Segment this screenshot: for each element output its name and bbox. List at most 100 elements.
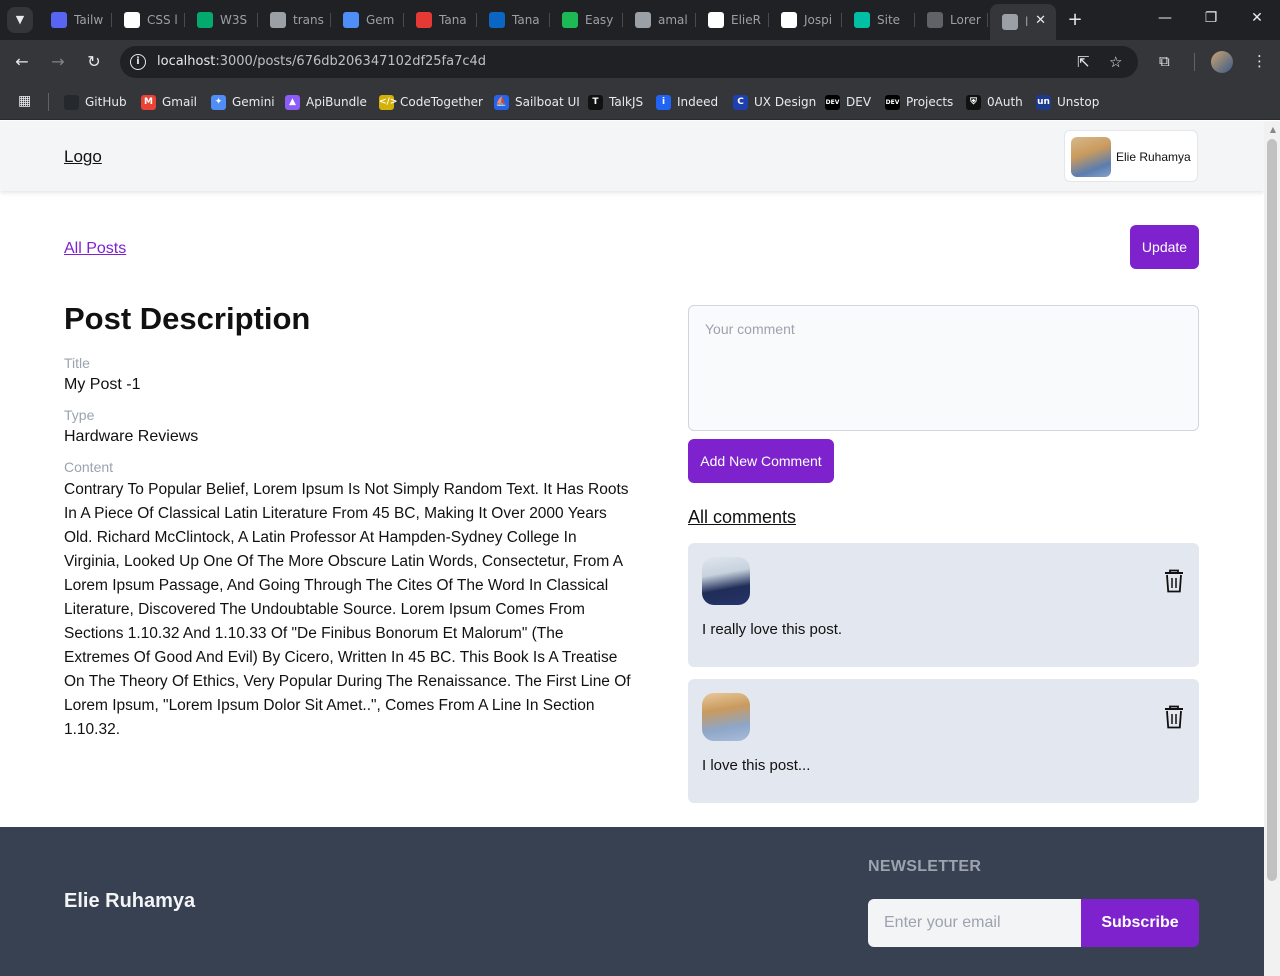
content-value: Contrary To Popular Belief, Lorem Ipsum …	[64, 481, 631, 738]
site-info-icon[interactable]: i	[130, 54, 146, 70]
browser-tab[interactable]: W3S	[185, 5, 258, 35]
page-scrollbar[interactable]: ▲	[1264, 121, 1280, 976]
bookmark-item[interactable]: C UX Design	[733, 93, 816, 111]
scrollbar-thumb[interactable]	[1267, 139, 1277, 881]
codetogether-icon: </>	[379, 94, 397, 110]
subscribe-button[interactable]: Subscribe	[1081, 899, 1199, 947]
browser-tab[interactable]: Lorer	[915, 5, 988, 35]
bookmark-item[interactable]: M Gmail	[141, 93, 197, 111]
browser-tab[interactable]: Easy	[550, 5, 623, 35]
browser-tab[interactable]: Tana	[477, 5, 550, 35]
more-menu-icon[interactable]: ⋮	[1252, 52, 1267, 70]
comment-input[interactable]	[688, 305, 1199, 431]
bookmark-item[interactable]: i Indeed	[656, 93, 718, 111]
bookmark-label: UX Design	[754, 95, 817, 109]
comment-card: I love this post...	[688, 679, 1199, 803]
reload-icon[interactable]: ↻	[84, 52, 104, 71]
profile-avatar[interactable]	[1211, 51, 1233, 73]
circle-icon	[124, 12, 140, 28]
site-header: Logo Elie Ruhamya	[0, 121, 1264, 191]
bookmark-item[interactable]: ⛵ Sailboat UI	[494, 93, 580, 111]
bookmark-item[interactable]: GitHub	[64, 93, 127, 111]
tab-label: Gem	[366, 13, 395, 27]
update-button[interactable]: Update	[1130, 225, 1199, 269]
browser-tab[interactable]: l ✕	[990, 4, 1056, 40]
toolbar-divider	[1194, 53, 1195, 71]
comment-card: I really love this post.	[688, 543, 1199, 667]
title-label: Title	[64, 355, 90, 371]
commenter-avatar	[702, 693, 750, 741]
bookmark-item[interactable]: DEV Projects	[885, 93, 953, 111]
bookmark-label: GitHub	[85, 95, 127, 109]
tailwind-icon	[51, 12, 67, 28]
minimize-icon[interactable]: —	[1155, 10, 1175, 26]
trash-icon[interactable]	[1164, 705, 1184, 729]
url-path: :3000/posts/676db206347102df25fa7c4d	[215, 54, 487, 69]
tab-label: trans	[293, 13, 324, 27]
user-menu[interactable]: Elie Ruhamya	[1064, 130, 1198, 182]
forward-icon[interactable]: →	[48, 52, 68, 71]
bookmark-item[interactable]: un Unstop	[1036, 93, 1099, 111]
tab-search-icon[interactable]: ▼	[7, 7, 33, 33]
browser-tab[interactable]: ElieR	[696, 5, 769, 35]
address-bar[interactable]: i localhost:3000/posts/676db206347102df2…	[120, 46, 1138, 78]
shield-icon: ⛨	[966, 94, 981, 110]
back-icon[interactable]: ←	[12, 52, 32, 71]
tab-label: Lorer	[950, 13, 981, 27]
bookmark-item[interactable]: ✦ Gemini	[211, 93, 275, 111]
browser-tab[interactable]: Site	[842, 5, 915, 35]
bookmark-star-icon[interactable]: ☆	[1109, 53, 1122, 71]
tab-label: Site	[877, 13, 901, 27]
globe-icon	[635, 12, 651, 28]
url-host: localhost	[157, 54, 216, 69]
type-label: Type	[64, 407, 95, 423]
browser-tab[interactable]: Tailw	[39, 5, 112, 35]
browser-tab[interactable]: trans	[258, 5, 331, 35]
uxdesign-icon: C	[733, 94, 748, 110]
bookmark-item[interactable]: T TalkJS	[588, 93, 643, 111]
window-close-icon[interactable]: ✕	[1247, 10, 1267, 26]
all-posts-link[interactable]: All Posts	[64, 240, 126, 258]
scroll-up-icon[interactable]: ▲	[1270, 125, 1276, 134]
bookmark-label: ApiBundle	[306, 95, 367, 109]
bookmarks-divider	[48, 93, 49, 111]
tab-label: ElieR	[731, 13, 761, 27]
new-tab-icon[interactable]: +	[1064, 9, 1086, 30]
github-icon	[708, 12, 724, 28]
site-footer: Elie Ruhamya NEWSLETTER Subscribe	[0, 827, 1264, 976]
browser-tab[interactable]: Tana	[404, 5, 477, 35]
github-icon	[781, 12, 797, 28]
bookmark-item[interactable]: ⛨ 0Auth	[966, 93, 1023, 111]
translate-icon	[270, 12, 286, 28]
bookmark-item[interactable]: </> CodeTogether	[379, 93, 483, 111]
content-label: Content	[64, 459, 114, 475]
tab-label: Jospi	[804, 13, 833, 27]
browser-tab[interactable]: CSS l	[112, 5, 185, 35]
bookmark-label: Sailboat UI	[515, 95, 580, 109]
tab-label: Easy	[585, 13, 614, 27]
bookmark-item[interactable]: DEV DEV	[825, 93, 871, 111]
tab-close-icon[interactable]: ✕	[1035, 13, 1046, 28]
bookmark-label: 0Auth	[987, 95, 1023, 109]
footer-brand: Elie Ruhamya	[64, 890, 196, 912]
easy-icon	[562, 12, 578, 28]
gemini-icon: ✦	[211, 94, 226, 110]
bookmark-item[interactable]: ▲ ApiBundle	[285, 93, 367, 111]
add-comment-button[interactable]: Add New Comment	[688, 439, 834, 483]
dev-icon: DEV	[885, 94, 900, 110]
browser-tab[interactable]: Jospi	[769, 5, 842, 35]
bookmark-label: Unstop	[1057, 95, 1100, 109]
browser-tab[interactable]: Gem	[331, 5, 404, 35]
restore-icon[interactable]: ❐	[1201, 10, 1221, 26]
extensions-icon[interactable]: ⧉	[1159, 52, 1170, 70]
logo-link[interactable]: Logo	[64, 147, 102, 167]
tab-label: amal	[658, 13, 688, 27]
trash-icon[interactable]	[1164, 569, 1184, 593]
apps-grid-icon[interactable]: ▦	[18, 93, 31, 109]
newsletter-email-input[interactable]	[868, 899, 1081, 947]
open-in-app-icon[interactable]: ⇱	[1077, 53, 1090, 71]
browser-tab-strip: ▼ Tailw CSS l W3S trans Gem Tana Tana Easy amal E…	[0, 0, 1280, 40]
browser-tab[interactable]: amal	[623, 5, 696, 35]
indeed-icon: i	[656, 94, 671, 110]
url-text[interactable]: localhost:3000/posts/676db206347102df25f…	[157, 54, 486, 69]
